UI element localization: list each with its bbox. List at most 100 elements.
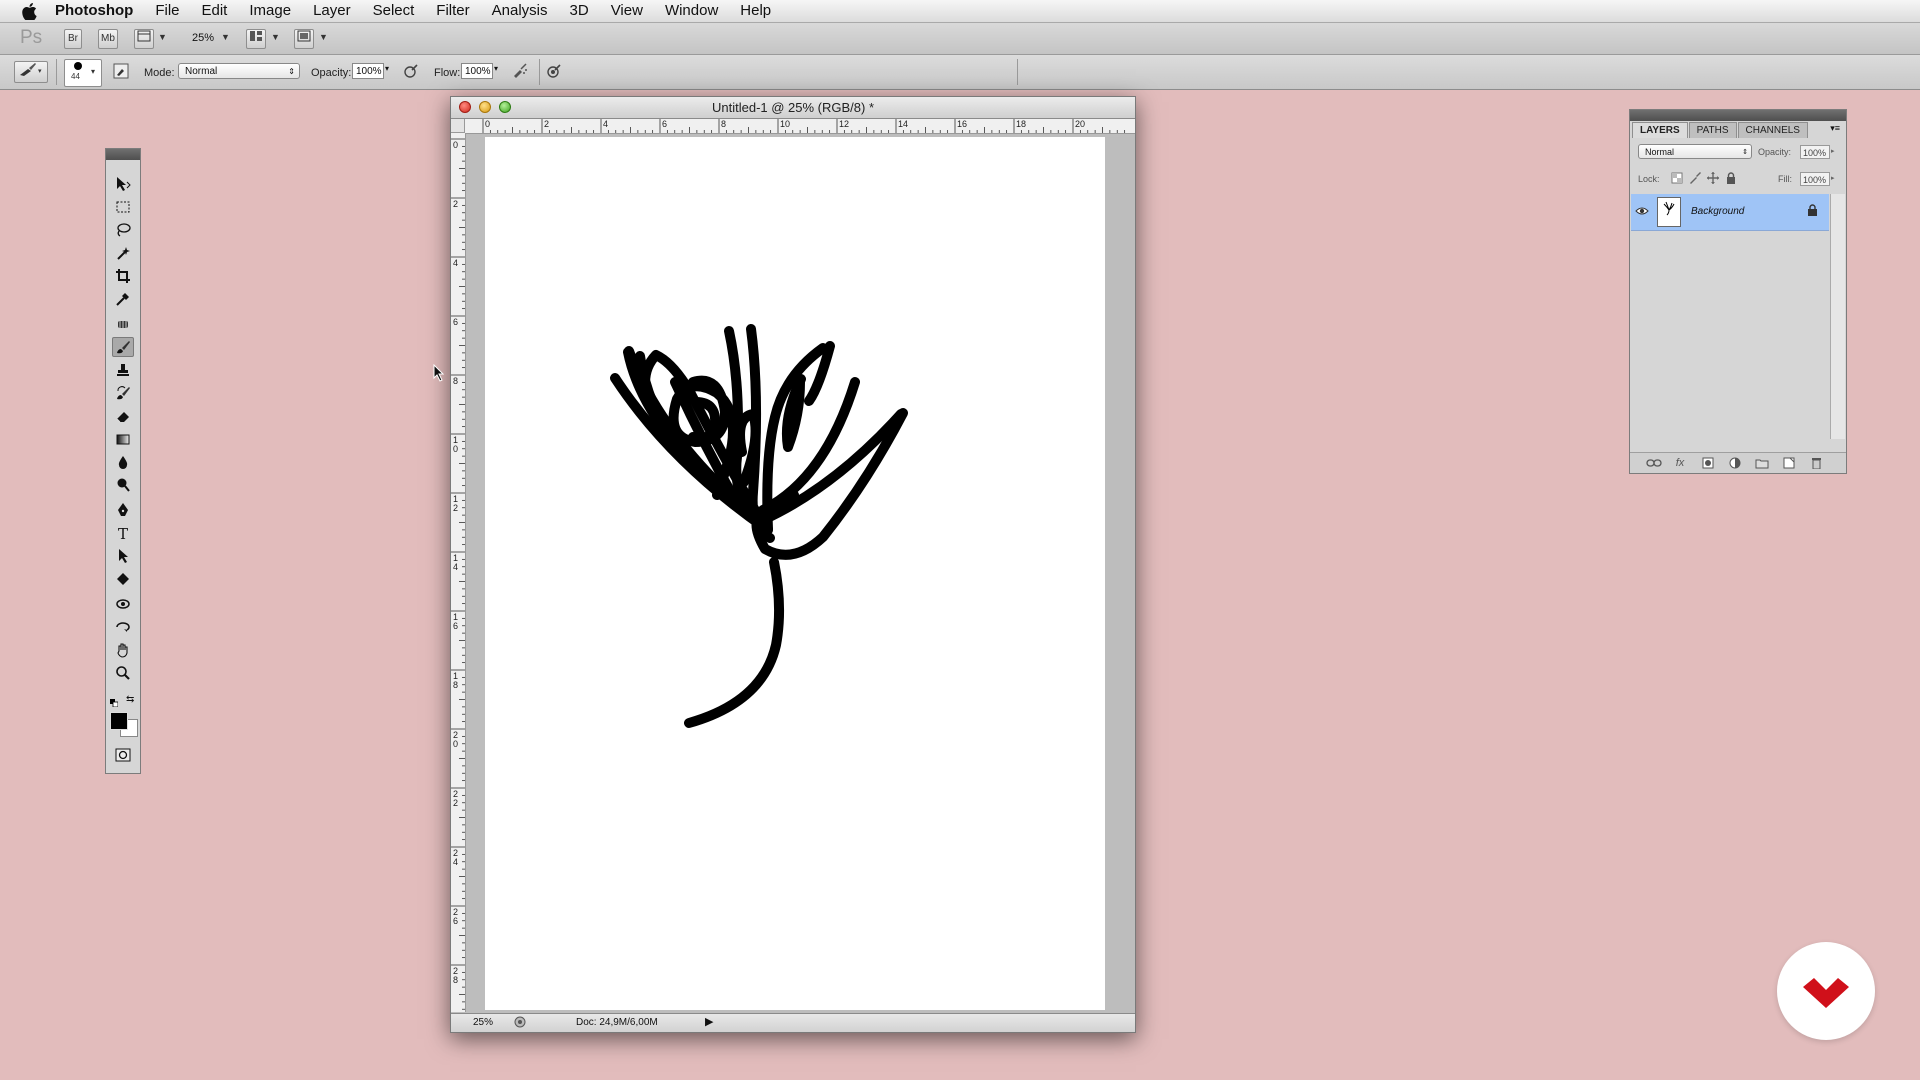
canvas-area[interactable] xyxy=(466,134,1135,1012)
lock-icon xyxy=(1807,204,1818,219)
type-tool-icon[interactable]: T xyxy=(112,523,134,543)
layer-opacity-arrow-icon[interactable]: ▸ xyxy=(1831,147,1835,155)
fill-input[interactable]: 100% xyxy=(1800,172,1830,186)
delete-layer-icon[interactable] xyxy=(1808,456,1824,470)
horizontal-ruler[interactable]: 0 2 4 6 8 10 12 14 16 18 20 xyxy=(465,119,1135,134)
move-tool-icon[interactable] xyxy=(112,174,134,194)
view-extras-arrow-icon[interactable]: ▼ xyxy=(158,32,167,42)
hand-tool-icon[interactable] xyxy=(112,640,134,660)
tab-layers[interactable]: LAYERS xyxy=(1632,122,1688,138)
brush-preset-picker[interactable]: 44 ▾ xyxy=(64,59,102,87)
tablet-size-pressure-button[interactable] xyxy=(545,62,563,80)
default-colors-icon[interactable] xyxy=(110,695,119,708)
ruler-label: 8 xyxy=(453,376,458,386)
clone-stamp-tool-icon[interactable] xyxy=(112,360,134,380)
flow-input[interactable]: 100% xyxy=(461,63,493,79)
lock-image-pixels-icon[interactable] xyxy=(1689,172,1701,187)
menu-select[interactable]: Select xyxy=(362,0,426,22)
zoom-window-button[interactable] xyxy=(499,101,511,113)
new-layer-icon[interactable] xyxy=(1781,456,1797,470)
lasso-tool-icon[interactable] xyxy=(112,220,134,240)
pen-tool-icon[interactable] xyxy=(112,500,134,520)
panel-menu-icon[interactable]: ▾≡ xyxy=(1830,123,1840,134)
gradient-tool-icon[interactable] xyxy=(112,429,134,449)
lock-position-icon[interactable] xyxy=(1707,172,1719,187)
zoom-arrow-icon[interactable]: ▼ xyxy=(221,32,230,42)
menu-analysis[interactable]: Analysis xyxy=(481,0,559,22)
menu-app-photoshop[interactable]: Photoshop xyxy=(44,0,144,22)
view-extras-button[interactable] xyxy=(134,29,154,49)
link-layers-icon[interactable] xyxy=(1646,456,1662,470)
toggle-brush-panel-button[interactable] xyxy=(112,62,130,80)
tool-preset-picker[interactable]: ▾ xyxy=(14,61,48,83)
layer-row-background[interactable]: Background xyxy=(1631,194,1829,231)
menu-filter[interactable]: Filter xyxy=(425,0,480,22)
minimize-window-button[interactable] xyxy=(479,101,491,113)
opacity-arrow-icon[interactable]: ▾ xyxy=(385,64,389,73)
3d-rotate-tool-icon[interactable] xyxy=(112,594,134,614)
adjustment-layer-icon[interactable] xyxy=(1727,456,1743,470)
menu-help[interactable]: Help xyxy=(729,0,782,22)
launch-bridge-button[interactable]: Br xyxy=(64,29,82,49)
menu-file[interactable]: File xyxy=(144,0,190,22)
screen-mode-button[interactable] xyxy=(294,29,314,49)
fill-arrow-icon[interactable]: ▸ xyxy=(1831,174,1835,182)
quick-mask-icon[interactable] xyxy=(112,745,134,765)
marquee-tool-icon[interactable] xyxy=(112,197,134,217)
airbrush-toggle-button[interactable] xyxy=(511,62,529,80)
tab-paths[interactable]: PATHS xyxy=(1688,122,1737,138)
tab-channels[interactable]: CHANNELS xyxy=(1737,122,1808,138)
layers-panel-header[interactable] xyxy=(1630,110,1846,121)
layers-scrollbar[interactable] xyxy=(1830,194,1845,439)
flow-label: Flow: xyxy=(434,67,461,79)
layer-opacity-input[interactable]: 100% xyxy=(1800,145,1830,159)
ruler-origin[interactable] xyxy=(451,119,465,133)
crop-tool-icon[interactable] xyxy=(112,266,134,286)
zoom-tool-icon[interactable] xyxy=(112,663,134,683)
tablet-opacity-pressure-button[interactable] xyxy=(402,62,420,80)
brush-tool-icon[interactable] xyxy=(112,337,134,357)
blur-tool-icon[interactable] xyxy=(112,452,134,472)
magic-wand-tool-icon[interactable] xyxy=(112,243,134,263)
screen-mode-arrow-icon[interactable]: ▼ xyxy=(319,32,328,42)
launch-minibridge-button[interactable]: Mb xyxy=(98,29,118,49)
swap-colors-icon[interactable]: ⇆ xyxy=(126,694,134,705)
new-group-icon[interactable] xyxy=(1754,456,1770,470)
eyedropper-tool-icon[interactable] xyxy=(112,289,134,309)
canvas[interactable] xyxy=(485,137,1105,1010)
apple-menu-icon[interactable] xyxy=(18,0,40,22)
opacity-input[interactable]: 100% xyxy=(352,63,384,79)
menu-window[interactable]: Window xyxy=(654,0,729,22)
close-window-button[interactable] xyxy=(459,101,471,113)
lock-transparent-pixels-icon[interactable] xyxy=(1671,172,1683,187)
mode-dropdown[interactable]: Normal ⇕ xyxy=(178,63,300,79)
eye-icon[interactable] xyxy=(1635,204,1649,221)
document-title-bar[interactable]: Untitled-1 @ 25% (RGB/8) * xyxy=(451,97,1135,119)
zoom-level-dropdown[interactable]: 25% xyxy=(192,32,214,44)
status-info-icon[interactable] xyxy=(514,1016,526,1028)
3d-orbit-tool-icon[interactable] xyxy=(112,617,134,637)
add-mask-icon[interactable] xyxy=(1700,456,1716,470)
eraser-tool-icon[interactable] xyxy=(112,406,134,426)
menu-edit[interactable]: Edit xyxy=(191,0,239,22)
menu-image[interactable]: Image xyxy=(238,0,302,22)
arrange-arrow-icon[interactable]: ▼ xyxy=(271,32,280,42)
history-brush-tool-icon[interactable] xyxy=(112,383,134,403)
blend-mode-dropdown[interactable]: Normal ⇕ xyxy=(1638,144,1752,159)
foreground-color-swatch[interactable] xyxy=(110,712,128,730)
dodge-tool-icon[interactable] xyxy=(112,475,134,495)
menu-3d[interactable]: 3D xyxy=(559,0,600,22)
arrange-documents-button[interactable] xyxy=(246,29,266,49)
vertical-ruler[interactable]: 0246810121416182022242628 xyxy=(451,133,466,1012)
spot-healing-brush-tool-icon[interactable] xyxy=(112,314,134,334)
path-selection-tool-icon[interactable] xyxy=(112,546,134,566)
layer-style-fx-icon[interactable]: fx xyxy=(1672,456,1688,470)
status-zoom-level[interactable]: 25% xyxy=(473,1017,493,1028)
custom-shape-tool-icon[interactable] xyxy=(112,569,134,589)
flow-arrow-icon[interactable]: ▾ xyxy=(494,64,498,73)
menu-view[interactable]: View xyxy=(600,0,654,22)
lock-all-icon[interactable] xyxy=(1725,172,1737,187)
status-menu-arrow-icon[interactable]: ▶ xyxy=(705,1015,713,1028)
menu-layer[interactable]: Layer xyxy=(302,0,362,22)
tools-panel-header[interactable] xyxy=(106,149,140,160)
